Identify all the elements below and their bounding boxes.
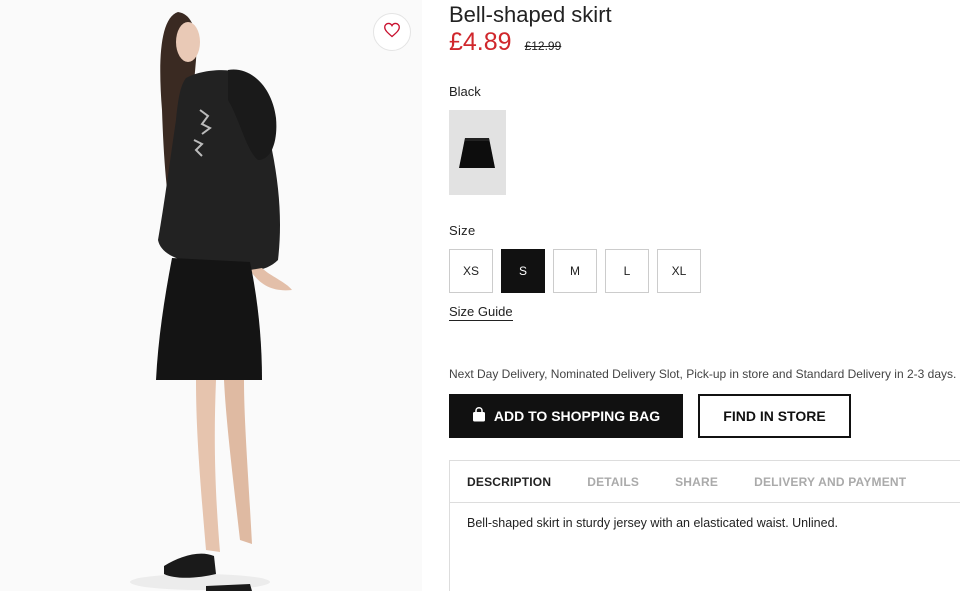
size-option-l[interactable]: L [605, 249, 649, 293]
size-selector: XS S M L XL [449, 249, 701, 293]
heart-icon [383, 22, 401, 43]
tab-description[interactable]: DESCRIPTION [467, 475, 551, 489]
tab-delivery-payment[interactable]: DELIVERY AND PAYMENT [754, 475, 906, 489]
size-option-m[interactable]: M [553, 249, 597, 293]
description-text: Bell-shaped skirt in sturdy jersey with … [467, 516, 839, 530]
add-to-bag-button[interactable]: ADD TO SHOPPING BAG [449, 394, 683, 438]
size-guide-link[interactable]: Size Guide [449, 304, 513, 321]
product-image[interactable] [0, 0, 422, 591]
add-to-bag-label: ADD TO SHOPPING BAG [493, 408, 661, 424]
skirt-thumbnail [459, 138, 495, 168]
tab-share[interactable]: SHARE [675, 475, 718, 489]
model-photo [0, 0, 422, 591]
color-label: Black [449, 84, 481, 99]
size-label: Size [449, 223, 476, 238]
original-price: £12.99 [524, 39, 562, 53]
price-row: £4.89 £12.99 [449, 28, 561, 57]
product-title: Bell-shaped skirt [449, 2, 612, 27]
wishlist-button[interactable] [373, 13, 411, 51]
tab-details[interactable]: DETAILS [587, 475, 639, 489]
find-in-store-button[interactable]: FIND IN STORE [698, 394, 851, 438]
size-option-s[interactable]: S [501, 249, 545, 293]
current-price: £4.89 [449, 28, 512, 56]
tab-bar: DESCRIPTION DETAILS SHARE DELIVERY AND P… [450, 461, 960, 503]
product-info-tabs: DESCRIPTION DETAILS SHARE DELIVERY AND P… [449, 460, 960, 591]
delivery-info: Next Day Delivery, Nominated Delivery Sl… [449, 367, 957, 381]
color-swatch-black[interactable] [449, 110, 506, 195]
size-option-xl[interactable]: XL [657, 249, 701, 293]
size-option-xs[interactable]: XS [449, 249, 493, 293]
shopping-bag-icon [472, 407, 486, 425]
